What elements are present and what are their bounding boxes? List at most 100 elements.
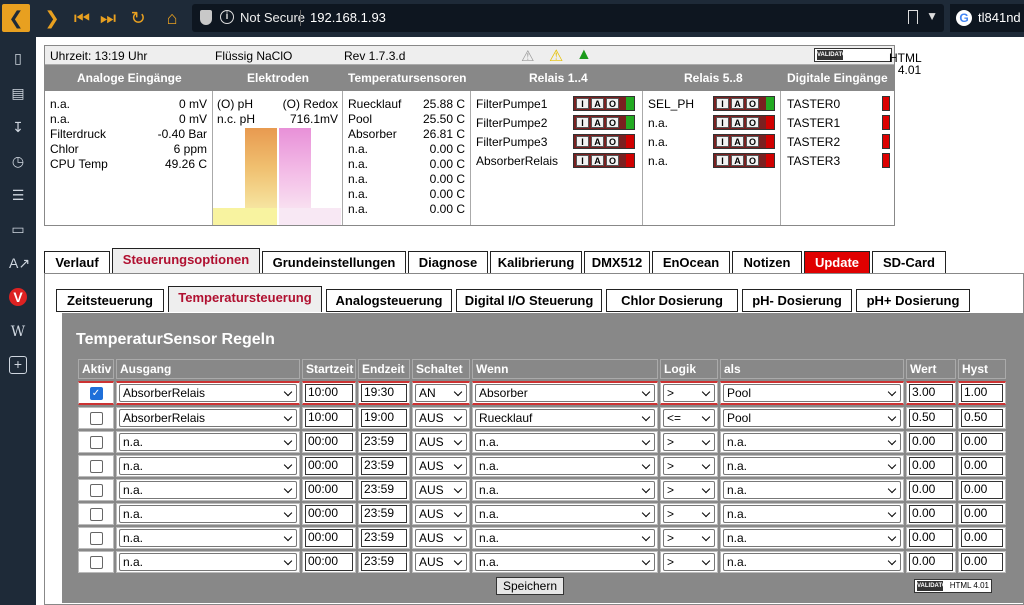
startzeit-input[interactable]: 00:00 bbox=[305, 553, 353, 571]
wenn-select[interactable]: n.a. bbox=[475, 529, 655, 547]
startzeit-input[interactable]: 00:00 bbox=[305, 433, 353, 451]
aktiv-checkbox[interactable] bbox=[89, 411, 103, 425]
schaltet-select[interactable]: AUS bbox=[415, 529, 467, 547]
endzeit-input[interactable]: 23:59 bbox=[361, 457, 407, 475]
relay-mode-A[interactable]: A bbox=[731, 136, 744, 147]
wert-input[interactable]: 0.00 bbox=[909, 505, 953, 523]
wenn-select[interactable]: n.a. bbox=[475, 505, 655, 523]
aktiv-checkbox[interactable]: ✓ bbox=[89, 386, 103, 400]
tab-notizen[interactable]: Notizen bbox=[732, 251, 802, 274]
relay-switch[interactable]: IAO bbox=[573, 134, 635, 149]
endzeit-input[interactable]: 23:59 bbox=[361, 553, 407, 571]
schaltet-select[interactable]: AUS bbox=[415, 409, 467, 427]
relay-mode-A[interactable]: A bbox=[591, 136, 604, 147]
home-icon[interactable]: ⌂ bbox=[158, 4, 186, 32]
address-bar[interactable]: i Not Secure 192.168.1.93 ▼ bbox=[192, 4, 944, 32]
schaltet-select[interactable]: AUS bbox=[415, 505, 467, 523]
wert-input[interactable]: 0.00 bbox=[909, 553, 953, 571]
endzeit-input[interactable]: 23:59 bbox=[361, 505, 407, 523]
aktiv-checkbox[interactable] bbox=[89, 507, 103, 521]
relay-mode-O[interactable]: O bbox=[746, 136, 759, 147]
tab-kalibrierung[interactable]: Kalibrierung bbox=[490, 251, 582, 274]
hyst-input[interactable]: 0.00 bbox=[961, 481, 1003, 499]
hyst-input[interactable]: 0.00 bbox=[961, 457, 1003, 475]
tab-grundeinstellungen[interactable]: Grundeinstellungen bbox=[262, 251, 406, 274]
startzeit-input[interactable]: 10:00 bbox=[305, 409, 353, 427]
tab-enocean[interactable]: EnOcean bbox=[652, 251, 730, 274]
tab-dmx512[interactable]: DMX512 bbox=[584, 251, 650, 274]
logik-select[interactable]: > bbox=[663, 553, 715, 571]
aktiv-checkbox[interactable] bbox=[89, 459, 103, 473]
als-select[interactable]: Pool bbox=[723, 409, 901, 427]
logik-select[interactable]: > bbox=[663, 481, 715, 499]
subtab-analogsteuerung[interactable]: Analogsteuerung bbox=[326, 289, 452, 312]
tab-diagnose[interactable]: Diagnose bbox=[408, 251, 488, 274]
relay-mode-O[interactable]: O bbox=[746, 155, 759, 166]
ausgang-select[interactable]: n.a. bbox=[119, 481, 297, 499]
relay-mode-A[interactable]: A bbox=[731, 155, 744, 166]
ausgang-select[interactable]: AbsorberRelais bbox=[119, 384, 297, 402]
wenn-select[interactable]: n.a. bbox=[475, 457, 655, 475]
tab-sd-card[interactable]: SD-Card bbox=[872, 251, 946, 274]
tab-update[interactable]: Update bbox=[804, 251, 870, 274]
save-button[interactable]: Speichern bbox=[496, 577, 564, 595]
als-select[interactable]: n.a. bbox=[723, 481, 901, 499]
wenn-select[interactable]: n.a. bbox=[475, 553, 655, 571]
relay-mode-I[interactable]: I bbox=[716, 136, 729, 147]
relay-mode-O[interactable]: O bbox=[606, 136, 619, 147]
downloads-icon[interactable]: ↧ bbox=[9, 118, 27, 136]
wert-input[interactable]: 3.00 bbox=[909, 384, 953, 402]
relay-mode-I[interactable]: I bbox=[576, 117, 589, 128]
ausgang-select[interactable]: n.a. bbox=[119, 553, 297, 571]
bookmarks-icon[interactable]: ▯ bbox=[9, 49, 27, 67]
info-icon[interactable]: i bbox=[220, 10, 234, 24]
skip-forward-icon[interactable]: ⏭ bbox=[94, 4, 122, 32]
logik-select[interactable]: > bbox=[663, 529, 715, 547]
subtab-digital-i-o-steuerung[interactable]: Digital I/O Steuerung bbox=[456, 289, 602, 312]
subtab-zeitsteuerung[interactable]: Zeitsteuerung bbox=[56, 289, 164, 312]
skip-back-icon[interactable]: ⏮ bbox=[68, 4, 96, 32]
endzeit-input[interactable]: 23:59 bbox=[361, 529, 407, 547]
startzeit-input[interactable]: 00:00 bbox=[305, 505, 353, 523]
aktiv-checkbox[interactable] bbox=[89, 435, 103, 449]
endzeit-input[interactable]: 19:00 bbox=[361, 409, 407, 427]
startzeit-input[interactable]: 00:00 bbox=[305, 481, 353, 499]
relay-mode-A[interactable]: A bbox=[731, 98, 744, 109]
wert-input[interactable]: 0.00 bbox=[909, 529, 953, 547]
reload-icon[interactable]: ↻ bbox=[124, 4, 152, 32]
hyst-input[interactable]: 0.50 bbox=[961, 409, 1003, 427]
als-select[interactable]: n.a. bbox=[723, 505, 901, 523]
relay-mode-I[interactable]: I bbox=[576, 136, 589, 147]
wert-input[interactable]: 0.00 bbox=[909, 457, 953, 475]
als-select[interactable]: Pool bbox=[723, 384, 901, 402]
relay-mode-O[interactable]: O bbox=[606, 155, 619, 166]
ausgang-select[interactable]: n.a. bbox=[119, 505, 297, 523]
relay-switch[interactable]: IAO bbox=[573, 115, 635, 130]
relay-switch[interactable]: IAO bbox=[713, 153, 775, 168]
hyst-input[interactable]: 1.00 bbox=[961, 384, 1003, 402]
window-icon[interactable]: ▭ bbox=[9, 220, 27, 238]
wenn-select[interactable]: Ruecklauf bbox=[475, 409, 655, 427]
relay-mode-O[interactable]: O bbox=[746, 117, 759, 128]
logik-select[interactable]: > bbox=[663, 433, 715, 451]
hyst-input[interactable]: 0.00 bbox=[961, 505, 1003, 523]
relay-mode-O[interactable]: O bbox=[746, 98, 759, 109]
chevron-down-icon[interactable]: ▼ bbox=[926, 9, 938, 23]
wert-input[interactable]: 0.00 bbox=[909, 433, 953, 451]
translate-icon[interactable]: A↗ bbox=[9, 254, 30, 272]
wert-input[interactable]: 0.00 bbox=[909, 481, 953, 499]
bookmark-icon[interactable] bbox=[908, 10, 918, 24]
ausgang-select[interactable]: n.a. bbox=[119, 457, 297, 475]
relay-mode-A[interactable]: A bbox=[591, 155, 604, 166]
als-select[interactable]: n.a. bbox=[723, 529, 901, 547]
subtab-chlor-dosierung[interactable]: Chlor Dosierung bbox=[606, 289, 738, 312]
endzeit-input[interactable]: 23:59 bbox=[361, 481, 407, 499]
logik-select[interactable]: > bbox=[663, 505, 715, 523]
relay-mode-I[interactable]: I bbox=[716, 155, 729, 166]
relay-mode-A[interactable]: A bbox=[591, 117, 604, 128]
wikipedia-icon[interactable]: W bbox=[9, 323, 27, 341]
relay-mode-O[interactable]: O bbox=[606, 117, 619, 128]
reading-list-icon[interactable]: ▤ bbox=[9, 84, 27, 102]
schaltet-select[interactable]: AUS bbox=[415, 433, 467, 451]
startzeit-input[interactable]: 10:00 bbox=[305, 384, 353, 402]
